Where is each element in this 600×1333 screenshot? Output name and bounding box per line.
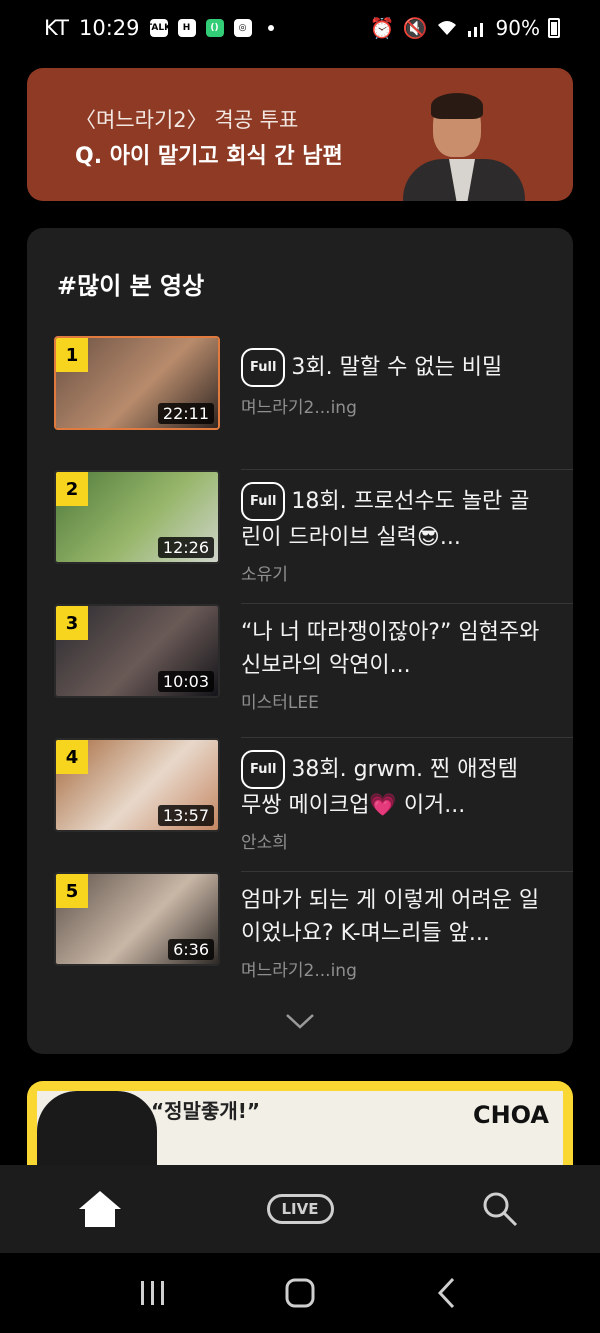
battery-percent: 90% [495,16,540,40]
battery-icon [548,18,560,38]
duration-label: 10:03 [157,671,214,692]
home-system-button[interactable] [270,1263,330,1323]
home-icon [79,1191,121,1227]
video-thumbnail[interactable]: 5 6:36 [54,872,220,966]
duration-label: 6:36 [168,939,214,960]
full-badge: Full [241,482,286,521]
section-title: #많이 본 영상 [57,272,205,300]
channel-name: 며느라기2...ing [241,961,357,981]
channel-name: 며느라기2...ing [241,398,357,418]
video-title: “나 너 따라쟁이잖아?” 임현주와 신보라의 악연이... [241,620,540,678]
video-item[interactable]: 3 10:03 “나 너 따라쟁이잖아?” 임현주와 신보라의 악연이... 미… [27,604,573,738]
ad-speech-text: “정말좋개!” [151,1099,261,1123]
duration-label: 13:57 [157,805,214,826]
full-badge: Full [241,750,286,789]
back-icon [437,1277,454,1309]
alarm-icon: ⏰ [369,16,395,40]
banner-person-image [403,83,525,201]
system-nav-bar [0,1253,600,1333]
status-right: ⏰ 🔇 90% [370,16,560,40]
video-title-text: 3회. 말할 수 없는 비밀 [291,355,503,380]
popular-videos-card: #많이 본 영상 1 22:11 Full 3회. 말할 수 없는 비밀 며느라기… [27,228,573,1054]
mute-icon: 🔇 [402,16,428,40]
ad-brand-logo: CHOA [472,1101,549,1129]
video-item[interactable]: 5 6:36 엄마가 되는 게 이렇게 어려운 일이었나요? K-며느리들 앞.… [27,872,573,1006]
record-icon: ◎ [233,19,252,37]
nav-search-button[interactable] [440,1165,560,1253]
bottom-nav: LIVE [0,1165,600,1253]
wifi-icon [437,21,456,35]
full-badge: Full [241,348,286,387]
channel-name: 소유기 [241,565,288,585]
nav-live-button[interactable]: LIVE [240,1165,360,1253]
rank-badge: 3 [56,606,88,640]
back-button[interactable] [417,1263,477,1323]
video-item[interactable]: 1 22:11 Full 3회. 말할 수 없는 비밀 며느라기2...ing [27,336,573,470]
ad-banner[interactable]: “정말좋개!” CHOA [27,1081,573,1171]
video-thumbnail[interactable]: 1 22:11 [54,336,220,430]
rank-badge: 5 [56,874,88,908]
recent-apps-icon [141,1281,165,1305]
channel-name: 미스터LEE [241,693,319,713]
talk-icon: TALK [146,19,171,37]
channel-name: 안소희 [241,833,288,853]
live-icon: LIVE [266,1194,334,1224]
rank-badge: 2 [56,472,88,506]
status-left: KT 10:29 TALK H () ◎ [44,16,274,40]
video-info[interactable]: Full 38회. grwm. 찐 애정템 무쌍 메이크업💗 이거... 안소희 [241,750,541,853]
banner-headline: Q. 아이 맡기고 회식 간 남편 [75,144,343,169]
home-circle-icon [285,1278,315,1308]
video-item[interactable]: 4 13:57 Full 38회. grwm. 찐 애정템 무쌍 메이크업💗 이거… [27,738,573,872]
search-icon [483,1192,518,1227]
video-thumbnail[interactable]: 4 13:57 [54,738,220,832]
duration-label: 12:26 [157,537,214,558]
app-icon: () [205,19,224,37]
video-info[interactable]: Full 18회. 프로선수도 놀란 골린이 드라이브 실력😎... 소유기 [241,482,541,585]
signal-icon [467,23,483,37]
more-notifications-icon [267,25,274,31]
rank-badge: 1 [56,338,88,372]
chevron-down-icon[interactable] [285,1012,315,1030]
banner-subtitle: 〈며느라기2〉 격공 투표 [75,108,299,132]
nav-home-button[interactable] [40,1165,160,1253]
video-item[interactable]: 2 12:26 Full 18회. 프로선수도 놀란 골린이 드라이브 실력😎..… [27,470,573,604]
rank-badge: 4 [56,740,88,774]
video-info[interactable]: “나 너 따라쟁이잖아?” 임현주와 신보라의 악연이... 미스터LEE [241,616,541,713]
promo-banner[interactable]: 〈며느라기2〉 격공 투표 Q. 아이 맡기고 회식 간 남편 [27,68,573,201]
video-thumbnail[interactable]: 2 12:26 [54,470,220,564]
dog-image [37,1091,157,1171]
video-title: Full 18회. 프로선수도 놀란 골린이 드라이브 실력😎... [241,482,541,554]
video-info[interactable]: Full 3회. 말할 수 없는 비밀 며느라기2...ing [241,348,541,418]
clock: 10:29 [78,16,140,40]
recent-apps-button[interactable] [123,1263,183,1323]
h-icon: H [177,19,196,37]
status-bar: KT 10:29 TALK H () ◎ ⏰ 🔇 90% [0,0,600,56]
video-title: Full 38회. grwm. 찐 애정템 무쌍 메이크업💗 이거... [241,750,541,822]
video-info[interactable]: 엄마가 되는 게 이렇게 어려운 일이었나요? K-며느리들 앞... 며느라기… [241,884,541,981]
duration-label: 22:11 [157,403,214,424]
video-title: Full 3회. 말할 수 없는 비밀 [241,348,541,387]
video-thumbnail[interactable]: 3 10:03 [54,604,220,698]
carrier-label: KT [44,16,69,40]
video-title: 엄마가 되는 게 이렇게 어려운 일이었나요? K-며느리들 앞... [241,888,540,946]
